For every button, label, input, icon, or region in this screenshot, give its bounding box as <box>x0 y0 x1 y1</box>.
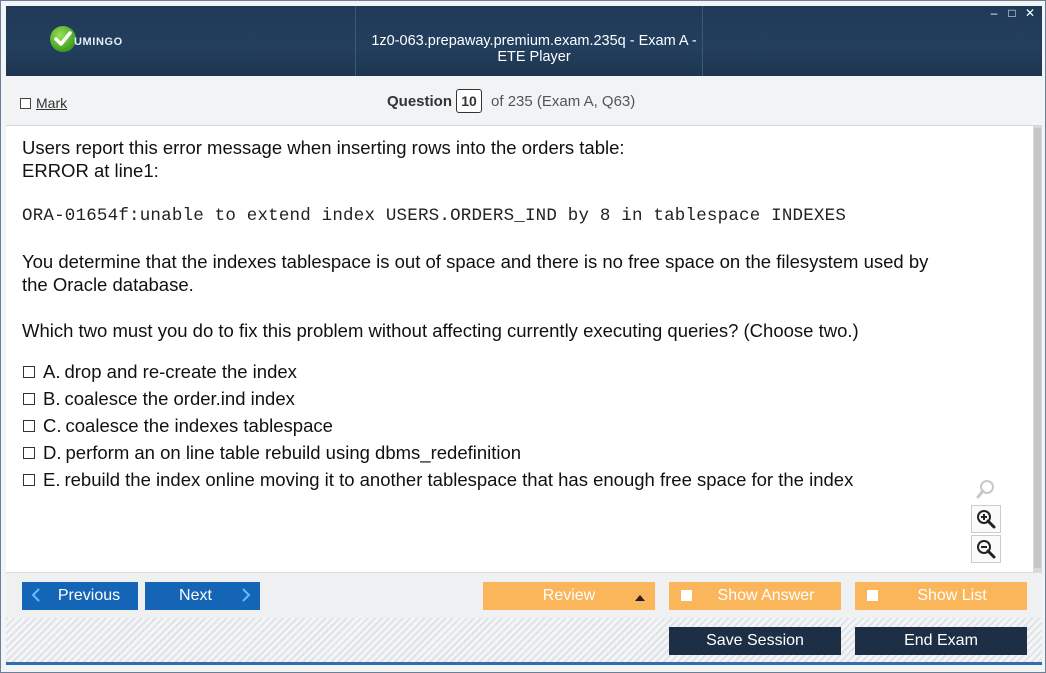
question-total: of 235 (Exam A, Q63) <box>491 92 636 110</box>
checkbox-icon[interactable] <box>23 446 35 459</box>
zoom-in-icon[interactable] <box>971 505 1001 533</box>
question-prompt: Which two must you do to fix this proble… <box>22 320 859 341</box>
next-label: Next <box>179 587 212 604</box>
answer-option-c[interactable]: C. coalesce the indexes tablespace <box>23 412 853 439</box>
error-code-text: ORA-01654f:unable to extend index USERS.… <box>22 206 847 226</box>
logo-text: UMINGO <box>74 36 123 48</box>
show-answer-label: Show Answer <box>717 587 815 604</box>
chevron-left-icon <box>30 586 42 607</box>
caret-up-icon <box>635 586 645 607</box>
question-label: Question <box>387 92 453 110</box>
answer-text: coalesce the order.ind index <box>64 387 295 409</box>
zoom-tools <box>971 475 1003 565</box>
answer-list: A. drop and re-create the index B. coale… <box>23 358 853 493</box>
show-list-button[interactable]: Show List <box>855 582 1027 610</box>
scrollbar[interactable] <box>1033 126 1042 572</box>
question-content: Users report this error message when ins… <box>6 126 1042 572</box>
checkbox-icon[interactable] <box>23 365 35 378</box>
scrollbar-thumb[interactable] <box>1034 128 1041 568</box>
answer-letter: A. <box>43 360 61 382</box>
answer-option-d[interactable]: D. perform an on line table rebuild usin… <box>23 439 853 466</box>
close-icon[interactable]: ✕ <box>1024 7 1036 19</box>
navigation-bar: Previous Next Review Show Answer Show Li… <box>6 572 1042 618</box>
question-text-line: the Oracle database. <box>22 274 194 295</box>
show-list-label: Show List <box>917 587 987 604</box>
answer-text: perform an on line table rebuild using d… <box>65 441 522 463</box>
zoom-out-icon[interactable] <box>971 535 1001 563</box>
previous-button[interactable]: Previous <box>22 582 138 610</box>
next-button[interactable]: Next <box>145 582 260 610</box>
checkbox-icon[interactable] <box>23 473 35 486</box>
question-header: Mark Question 10 of 235 (Exam A, Q63) <box>6 76 1042 126</box>
answer-letter: B. <box>43 387 61 409</box>
question-indicator: Question 10 of 235 (Exam A, Q63) <box>387 89 635 113</box>
answer-letter: C. <box>43 414 62 436</box>
zoom-reset-icon[interactable] <box>971 475 1001 503</box>
title-divider <box>355 6 356 76</box>
maximize-icon[interactable]: □ <box>1006 7 1018 19</box>
answer-option-a[interactable]: A. drop and re-create the index <box>23 358 853 385</box>
end-exam-button[interactable]: End Exam <box>855 627 1027 655</box>
show-answer-button[interactable]: Show Answer <box>669 582 841 610</box>
question-number-input[interactable]: 10 <box>456 89 483 113</box>
chevron-right-icon <box>240 586 252 607</box>
checkbox-icon[interactable] <box>867 590 878 601</box>
answer-option-b[interactable]: B. coalesce the order.ind index <box>23 385 853 412</box>
title-bar: UMINGO 1z0-063.prepaway.premium.exam.235… <box>6 6 1042 76</box>
window-title: 1z0-063.prepaway.premium.exam.235q - Exa… <box>371 33 697 65</box>
minimize-icon[interactable]: – <box>988 7 1000 19</box>
check-logo-icon <box>50 26 76 52</box>
previous-label: Previous <box>57 587 121 604</box>
review-label: Review <box>542 587 596 604</box>
end-exam-label: End Exam <box>904 632 978 649</box>
save-session-label: Save Session <box>706 632 804 649</box>
answer-option-e[interactable]: E. rebuild the index online moving it to… <box>23 466 853 493</box>
checkbox-icon[interactable] <box>23 392 35 405</box>
checkbox-icon[interactable] <box>20 97 31 109</box>
question-text-line: Users report this error message when ins… <box>22 137 625 158</box>
save-session-button[interactable]: Save Session <box>669 627 841 655</box>
question-text-line: ERROR at line1: <box>22 160 159 181</box>
checkbox-icon[interactable] <box>23 419 35 432</box>
mark-label[interactable]: Mark <box>36 95 67 111</box>
checkbox-icon[interactable] <box>681 590 692 601</box>
answer-letter: E. <box>43 468 61 490</box>
answer-text: rebuild the index online moving it to an… <box>64 468 854 490</box>
vumingo-logo: UMINGO <box>50 26 140 56</box>
answer-text: drop and re-create the index <box>64 360 297 382</box>
mark-checkbox[interactable]: Mark <box>20 95 67 111</box>
question-text-line: You determine that the indexes tablespac… <box>22 251 929 272</box>
footer-bar: Save Session End Exam <box>6 618 1042 665</box>
answer-letter: D. <box>43 441 62 463</box>
app-window: UMINGO 1z0-063.prepaway.premium.exam.235… <box>0 0 1046 673</box>
review-button[interactable]: Review <box>483 582 655 610</box>
answer-text: coalesce the indexes tablespace <box>65 414 333 436</box>
window-controls: – □ ✕ <box>988 7 1036 19</box>
